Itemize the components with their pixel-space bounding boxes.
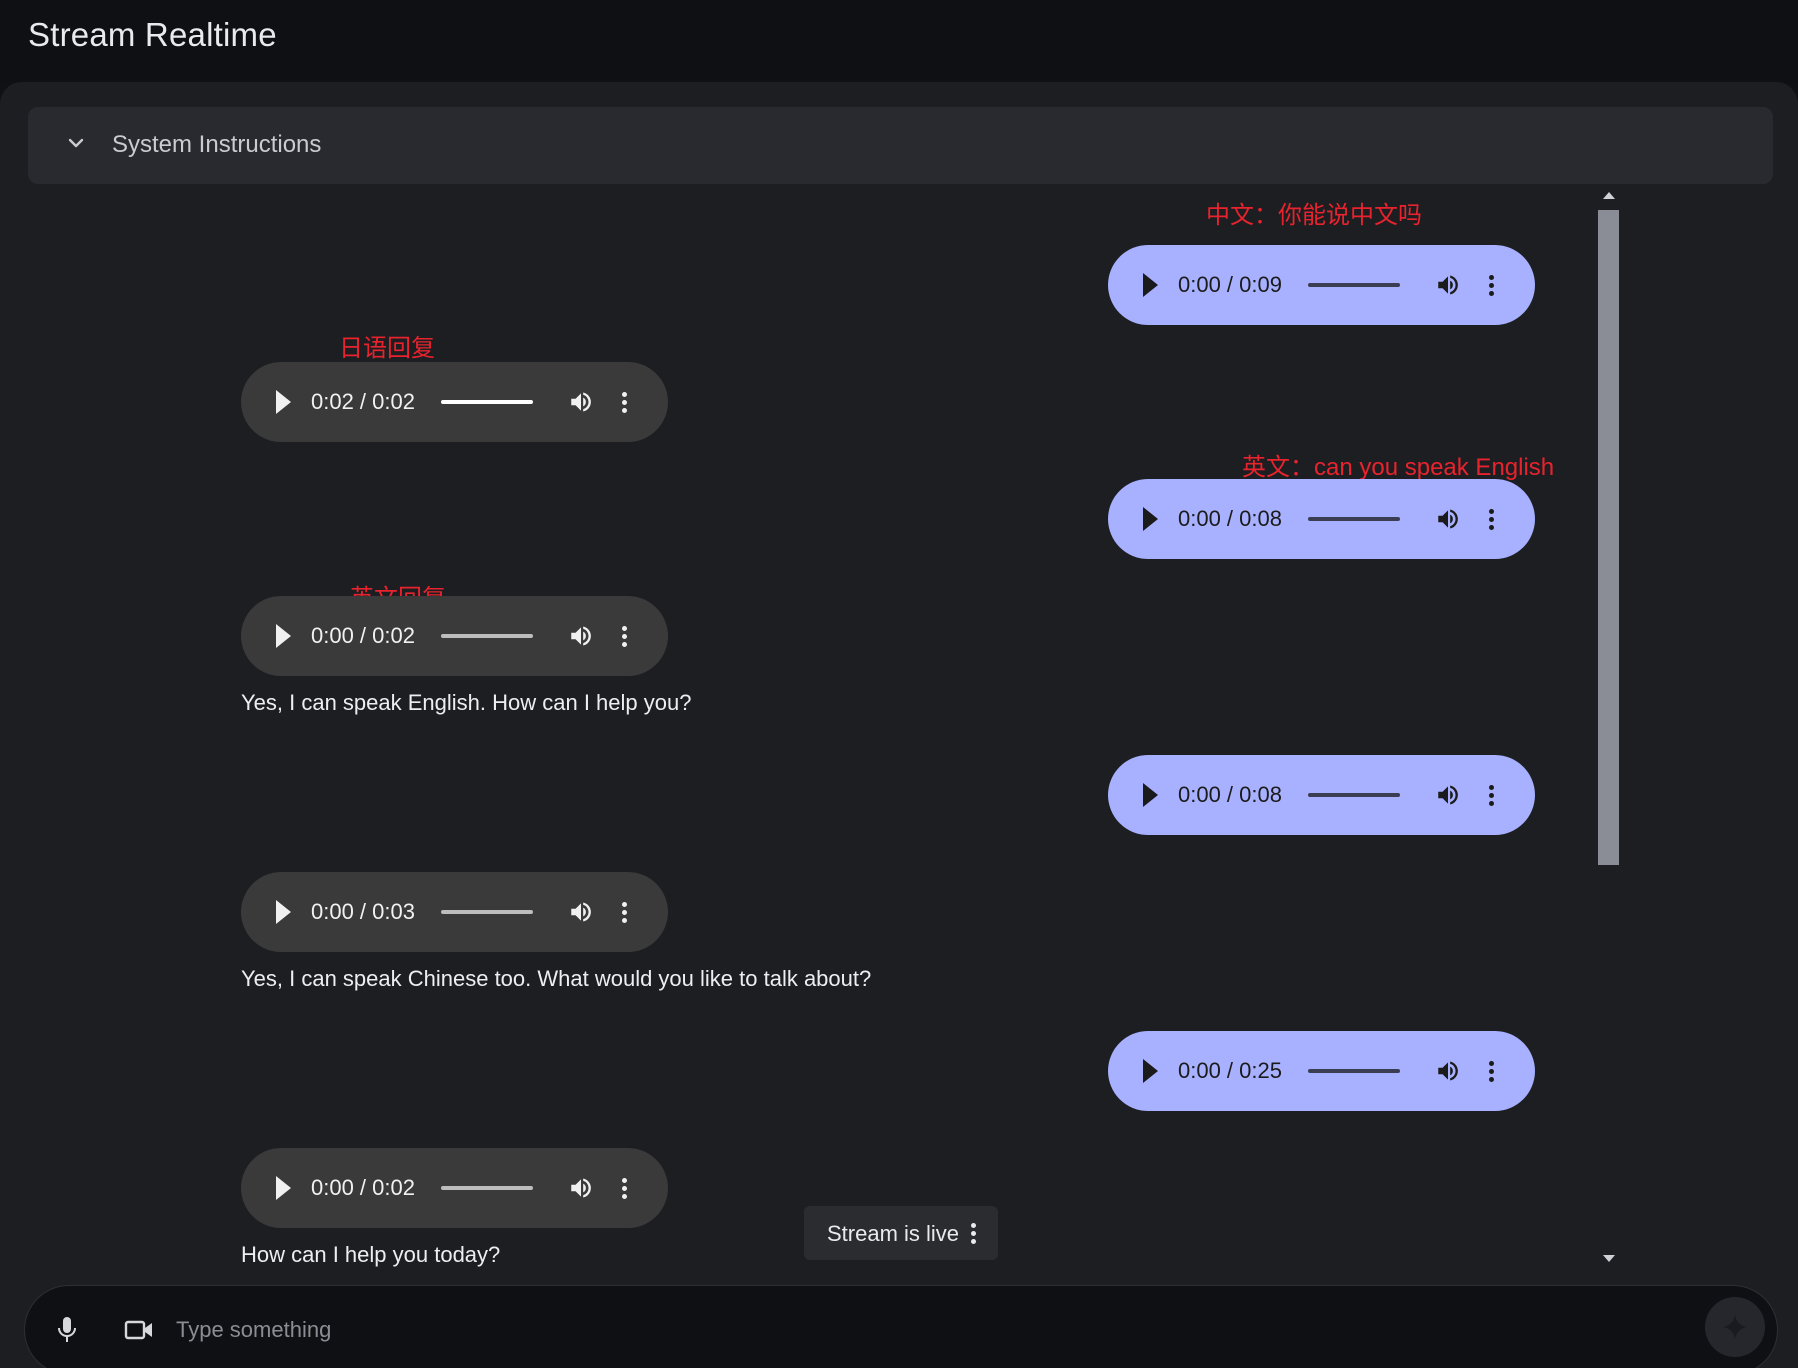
volume-icon[interactable] xyxy=(1435,272,1461,298)
sparkle-icon xyxy=(1723,1315,1747,1339)
play-icon[interactable] xyxy=(1143,1059,1158,1083)
annotation-label: 日语回复 xyxy=(339,335,435,362)
audio-player[interactable]: 0:00 / 0:08 xyxy=(1108,755,1535,835)
app-title: Stream Realtime xyxy=(28,16,277,53)
audio-time: 0:00 / 0:03 xyxy=(311,899,415,924)
audio-player[interactable]: 0:02 / 0:02 xyxy=(241,362,668,442)
audio-player[interactable]: 0:00 / 0:02 xyxy=(241,596,668,676)
volume-icon[interactable] xyxy=(568,623,594,649)
more-options-icon[interactable] xyxy=(1486,1058,1496,1084)
play-icon[interactable] xyxy=(276,900,291,924)
audio-time: 0:00 / 0:25 xyxy=(1178,1058,1282,1083)
volume-icon[interactable] xyxy=(1435,782,1461,808)
audio-progress-bar[interactable] xyxy=(441,910,533,914)
message-text: Yes, I can speak Chinese too. What would… xyxy=(241,966,872,991)
audio-player[interactable]: 0:00 / 0:02 xyxy=(241,1148,668,1228)
more-options-icon[interactable] xyxy=(619,1175,629,1201)
more-options-icon[interactable] xyxy=(619,389,629,415)
audio-progress-bar[interactable] xyxy=(441,634,533,638)
chevron-down-icon[interactable] xyxy=(64,131,88,155)
more-options-icon[interactable] xyxy=(968,1220,978,1246)
play-icon[interactable] xyxy=(1143,507,1158,531)
send-button[interactable] xyxy=(1705,1297,1765,1357)
audio-time: 0:00 / 0:08 xyxy=(1178,506,1282,531)
play-icon[interactable] xyxy=(276,1176,291,1200)
audio-player[interactable]: 0:00 / 0:03 xyxy=(241,872,668,952)
audio-time: 0:00 / 0:02 xyxy=(311,623,415,648)
play-icon[interactable] xyxy=(276,624,291,648)
volume-icon[interactable] xyxy=(1435,1058,1461,1084)
scroll-up-arrow[interactable] xyxy=(1603,192,1615,199)
more-options-icon[interactable] xyxy=(1486,272,1496,298)
audio-time: 0:02 / 0:02 xyxy=(311,389,415,414)
audio-progress-bar[interactable] xyxy=(1308,1069,1400,1073)
play-icon[interactable] xyxy=(1143,783,1158,807)
more-options-icon[interactable] xyxy=(619,623,629,649)
system-instructions-label[interactable]: System Instructions xyxy=(112,131,321,159)
volume-icon[interactable] xyxy=(568,389,594,415)
audio-progress-bar[interactable] xyxy=(1308,517,1400,521)
audio-progress-bar[interactable] xyxy=(1308,793,1400,797)
more-options-icon[interactable] xyxy=(1486,506,1496,532)
audio-progress-bar[interactable] xyxy=(441,400,533,404)
volume-icon[interactable] xyxy=(568,1175,594,1201)
message-input[interactable] xyxy=(176,1310,1676,1350)
scrollbar-thumb[interactable] xyxy=(1598,210,1619,865)
annotation-label: 中文：你能说中文吗 xyxy=(1206,202,1422,229)
stream-status-label: Stream is live xyxy=(827,1221,960,1246)
audio-time: 0:00 / 0:09 xyxy=(1178,272,1282,297)
audio-player[interactable]: 0:00 / 0:09 xyxy=(1108,245,1535,325)
stream-status-chip[interactable]: Stream is live xyxy=(804,1206,998,1260)
video-camera-icon[interactable] xyxy=(124,1318,154,1342)
more-options-icon[interactable] xyxy=(619,899,629,925)
more-options-icon[interactable] xyxy=(1486,782,1496,808)
audio-progress-bar[interactable] xyxy=(441,1186,533,1190)
scroll-down-arrow[interactable] xyxy=(1603,1255,1615,1262)
audio-player[interactable]: 0:00 / 0:25 xyxy=(1108,1031,1535,1111)
volume-icon[interactable] xyxy=(1435,506,1461,532)
audio-time: 0:00 / 0:02 xyxy=(311,1175,415,1200)
microphone-icon[interactable] xyxy=(56,1315,78,1345)
annotation-label: 英文：can you speak English xyxy=(1242,454,1555,481)
audio-player[interactable]: 0:00 / 0:08 xyxy=(1108,479,1535,559)
audio-time: 0:00 / 0:08 xyxy=(1178,782,1282,807)
volume-icon[interactable] xyxy=(568,899,594,925)
message-text: Yes, I can speak English. How can I help… xyxy=(241,690,692,715)
play-icon[interactable] xyxy=(1143,273,1158,297)
play-icon[interactable] xyxy=(276,390,291,414)
audio-progress-bar[interactable] xyxy=(1308,283,1400,287)
message-text: How can I help you today? xyxy=(241,1242,501,1267)
